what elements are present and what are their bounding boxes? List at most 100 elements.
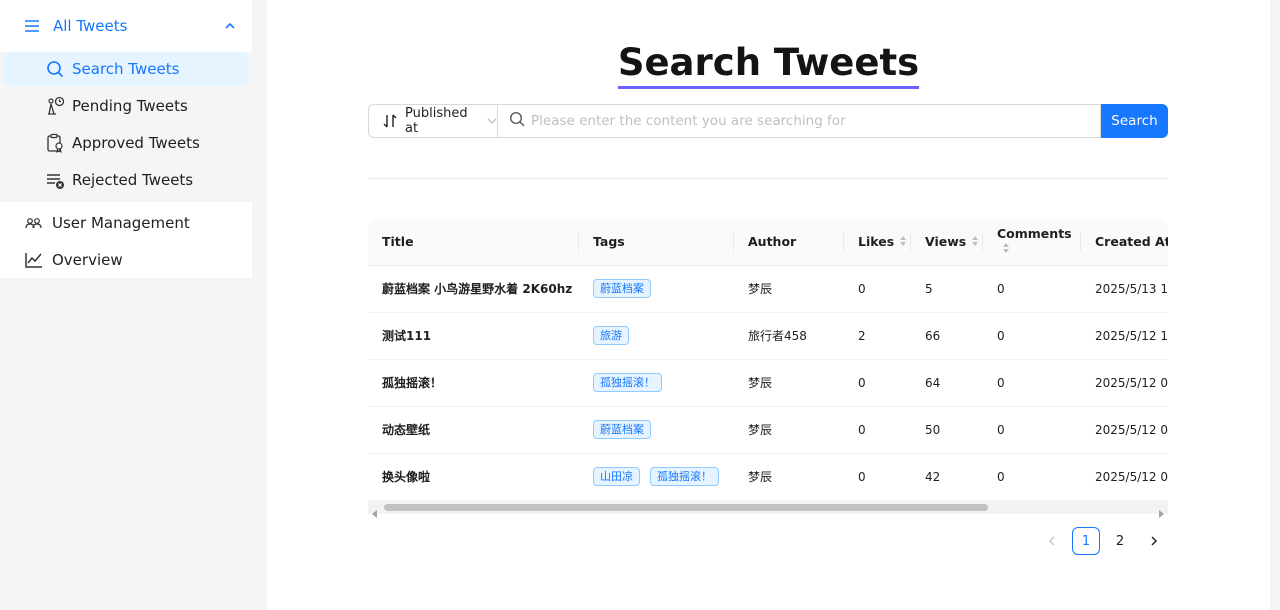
cell-views: 42	[911, 453, 983, 501]
cell-author: 梦辰	[734, 453, 844, 501]
cell-views: 5	[911, 265, 983, 313]
chevron-down-icon	[487, 116, 497, 126]
table-row[interactable]: 动态壁纸 蔚蓝档案 梦辰 0 50 0 2025/5/12 08:	[368, 406, 1168, 454]
tag-badge: 旅游	[593, 326, 629, 345]
sidebar-item-label: Search Tweets	[72, 60, 180, 78]
tag-badge: 蔚蓝档案	[593, 279, 651, 298]
page-scrollbar-track	[1270, 0, 1280, 610]
column-label: Title	[382, 234, 414, 250]
tag-badge: 山田凉	[593, 467, 640, 486]
tweets-table: Title Tags Author Likes Views Comments C…	[368, 219, 1168, 514]
cell-title: 孤独摇滚！	[368, 359, 579, 407]
search-input[interactable]	[531, 113, 1091, 129]
sidebar: All Tweets Search Tweets Pending Tweets	[0, 0, 252, 610]
cell-created-at: 2025/5/12 08:	[1081, 359, 1168, 407]
sort-caret-icon[interactable]	[971, 235, 979, 250]
cell-created-at: 2025/5/12 08:	[1081, 406, 1168, 454]
cell-comments: 0	[983, 359, 1081, 407]
sidebar-item-label: Approved Tweets	[72, 134, 200, 152]
column-header-title: Title	[368, 219, 579, 266]
column-header-comments[interactable]: Comments	[983, 219, 1081, 266]
search-button[interactable]: Search	[1101, 104, 1168, 138]
cell-author: 梦辰	[734, 406, 844, 454]
cell-title: 蔚蓝档案 小鸟游星野水着 2K60hz	[368, 265, 579, 313]
pagination-page[interactable]: 1	[1072, 527, 1100, 555]
cell-created-at: 2025/5/12 15:	[1081, 312, 1168, 360]
table-horizontal-scrollbar[interactable]	[368, 500, 1168, 518]
cell-author: 梦辰	[734, 265, 844, 313]
column-header-author: Author	[734, 219, 844, 266]
sidebar-item-label: Rejected Tweets	[72, 171, 194, 189]
search-bar: Published at Search	[368, 104, 1168, 138]
main-content: Search Tweets Published at Search	[267, 0, 1270, 610]
scrollbar-thumb[interactable]	[384, 504, 988, 511]
cell-likes: 0	[844, 265, 911, 313]
sidebar-item-overview[interactable]: Overview	[0, 241, 252, 278]
chevron-left-icon	[1049, 536, 1055, 546]
column-label: Views	[925, 233, 967, 249]
pagination-page[interactable]: 2	[1106, 527, 1134, 555]
users-icon	[24, 213, 44, 233]
sort-icon	[383, 114, 397, 128]
table-row[interactable]: 孤独摇滚！ 孤独摇滚！ 梦辰 0 64 0 2025/5/12 08:	[368, 359, 1168, 407]
search-icon	[509, 111, 525, 131]
scroll-left-icon[interactable]	[371, 503, 379, 522]
cell-title: 测试111	[368, 312, 579, 360]
menu-icon	[24, 17, 42, 35]
cell-comments: 0	[983, 312, 1081, 360]
sidebar-item-search-tweets[interactable]: Search Tweets	[3, 52, 249, 86]
cell-tags: 山田凉 孤独摇滚！	[579, 453, 734, 501]
sidebar-item-rejected-tweets[interactable]: Rejected Tweets	[3, 163, 249, 197]
page-title: Search Tweets	[267, 40, 1270, 89]
cell-title: 动态壁纸	[368, 406, 579, 454]
cell-likes: 0	[844, 406, 911, 454]
sidebar-item-pending-tweets[interactable]: Pending Tweets	[3, 89, 249, 123]
cell-title: 换头像啦	[368, 453, 579, 501]
cell-views: 66	[911, 312, 983, 360]
sidebar-item-label: User Management	[52, 213, 190, 232]
sidebar-menu: All Tweets	[0, 0, 252, 52]
cell-created-at: 2025/5/12 08:	[1081, 453, 1168, 501]
cell-author: 旅行者458	[734, 312, 844, 360]
cell-views: 50	[911, 406, 983, 454]
cell-likes: 2	[844, 312, 911, 360]
cell-author: 梦辰	[734, 359, 844, 407]
tag-badge: 孤独摇滚！	[650, 467, 719, 486]
scroll-right-icon[interactable]	[1157, 503, 1165, 522]
sort-select[interactable]: Published at	[368, 104, 497, 138]
sort-select-value: Published at	[405, 106, 468, 136]
cell-comments: 0	[983, 453, 1081, 501]
column-header-created-at: Created At	[1081, 219, 1168, 266]
chevron-right-icon	[1151, 536, 1157, 546]
column-label: Author	[748, 234, 797, 250]
sidebar-item-label: Pending Tweets	[72, 97, 188, 115]
sort-caret-icon[interactable]	[1002, 242, 1010, 257]
column-header-likes[interactable]: Likes	[844, 219, 911, 266]
tag-badge: 孤独摇滚！	[593, 373, 662, 392]
sort-caret-icon[interactable]	[899, 235, 907, 250]
rejected-icon	[45, 170, 65, 190]
pending-icon	[45, 96, 65, 116]
table-row[interactable]: 测试111 旅游 旅行者458 2 66 0 2025/5/12 15:	[368, 312, 1168, 360]
sidebar-group-all-tweets[interactable]: All Tweets	[0, 0, 252, 52]
column-label: Tags	[593, 234, 625, 250]
sidebar-item-approved-tweets[interactable]: Approved Tweets	[3, 126, 249, 160]
search-field	[497, 104, 1101, 138]
cell-tags: 孤独摇滚！	[579, 359, 734, 407]
pagination: 1 2	[1038, 527, 1174, 555]
column-header-views[interactable]: Views	[911, 219, 983, 266]
table-row[interactable]: 换头像啦 山田凉孤独摇滚！ 梦辰 0 42 0 2025/5/12 08:	[368, 453, 1168, 501]
tag-badge: 蔚蓝档案	[593, 420, 651, 439]
chart-line-icon	[24, 250, 44, 270]
cell-tags: 蔚蓝档案	[579, 265, 734, 313]
pagination-prev[interactable]	[1038, 527, 1066, 555]
page-title-text: Search Tweets	[617, 40, 920, 89]
approved-icon	[45, 133, 65, 153]
pagination-next[interactable]	[1140, 527, 1168, 555]
sidebar-item-user-management[interactable]: User Management	[0, 204, 252, 241]
cell-views: 64	[911, 359, 983, 407]
sidebar-group-label: All Tweets	[53, 17, 128, 35]
table-header-row: Title Tags Author Likes Views Comments C…	[368, 219, 1168, 266]
search-icon	[45, 59, 65, 79]
table-row[interactable]: 蔚蓝档案 小鸟游星野水着 2K60hz 蔚蓝档案 梦辰 0 5 0 2025/5…	[368, 265, 1168, 313]
